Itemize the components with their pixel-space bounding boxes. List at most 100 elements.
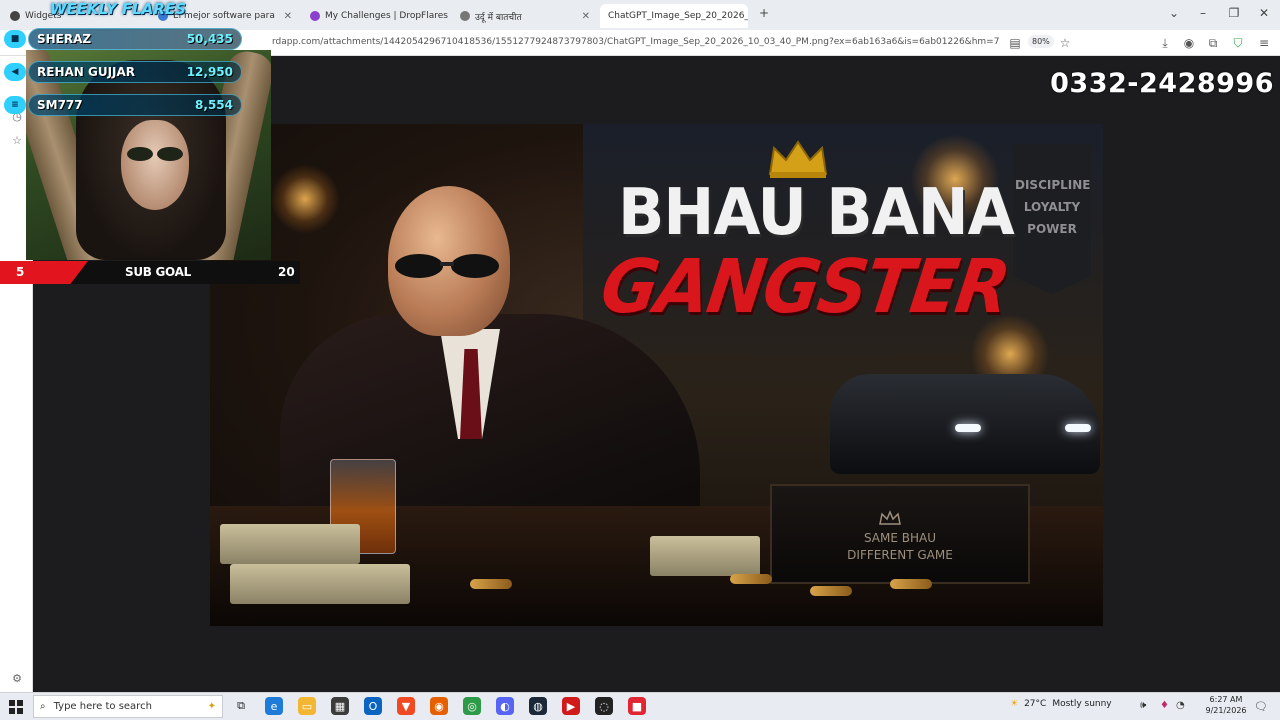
media-player-icon[interactable]: ▶ [562,697,580,715]
leaderboard-name: SM777 [37,98,83,112]
briefcase-text: SAME BHAU DIFFERENT GAME [810,530,990,564]
widget-icon [10,11,20,21]
weekly-flares-title: WEEKLY FLARES [50,0,186,18]
bullet [730,574,772,584]
tab-label: उर्दू में बातचीत [475,12,522,23]
bookmark-star-icon[interactable]: ☆ [1057,36,1073,50]
obs-icon[interactable]: ◌ [595,697,613,715]
cash-stack [230,564,410,604]
close-icon[interactable]: ✕ [576,11,590,22]
leaderboard-name: REHAN GUJJAR [37,65,136,79]
file-explorer-icon[interactable]: ▭ [298,697,316,715]
briefcase-line: DIFFERENT GAME [847,548,953,562]
app-icon[interactable]: ■ [628,697,646,715]
weather-widget[interactable]: ☀ 27°C Mostly sunny [1010,699,1112,709]
cash-stack [220,524,360,564]
chat-icon [460,11,470,21]
briefcase-line: SAME BHAU [863,531,937,545]
discord-icon[interactable]: ◐ [496,697,514,715]
rank-badge-icon: ≡ [4,96,26,114]
windows-start-icon[interactable] [9,699,23,714]
settings-gear-icon[interactable]: ⚙ [9,672,25,685]
rank-badge-icon: ■ [4,30,26,48]
clock-time: 6:27 AM [1209,695,1243,704]
poster-title-line1: BHAU BANA [618,176,1015,250]
chandelier-glow [270,164,340,234]
leaderboard-row: REHAN GUJJAR 12,950 [28,61,242,83]
sunglasses-icon [127,147,183,161]
favorites-star-icon[interactable]: ☆ [9,134,25,147]
cash-stack [650,536,760,576]
profile-icon[interactable]: ◉ [1181,36,1197,50]
tab-label: El mejor software para [173,11,275,21]
car-headlight [955,424,981,432]
leaderboard-row: SM777 8,554 [28,94,242,116]
search-icon: ⌕ [40,701,46,712]
bullet [810,586,852,596]
banner-line: POWER [1027,222,1077,236]
brave-icon[interactable]: ▼ [397,697,415,715]
minimize-button[interactable]: – [1193,6,1213,20]
close-window-button[interactable]: ✕ [1254,6,1274,20]
tab-label: ChatGPT_Image_Sep_20_2026_10_03 [608,11,748,21]
sub-goal-target: 20 [278,265,295,279]
edge-icon[interactable]: e [265,697,283,715]
sub-goal-progress [0,261,88,284]
weather-desc: Mostly sunny [1052,699,1112,709]
tab-urdu-chat[interactable]: उर्दू में बातचीत ✕ [452,4,598,28]
sub-goal-label: SUB GOAL [125,265,191,279]
leaderboard-value: 8,554 [195,98,233,112]
poster-image: DISCIPLINE LOYALTY POWER SAME BHAU DIFFE… [210,124,1103,626]
leaderboard-name: SHERAZ [37,32,92,46]
crown-icon [879,510,901,525]
weather-temp: 27°C [1024,699,1047,709]
notification-icon[interactable]: 🗨 [1254,700,1268,713]
tab-list-chevron-icon[interactable]: ⌄ [1164,6,1184,20]
poster-title-line2: GANGSTER [595,244,1014,330]
tab-dropflares[interactable]: My Challenges | DropFlares ✕ [302,4,450,28]
close-icon[interactable]: ✕ [448,11,450,22]
firefox-icon[interactable]: ◉ [430,697,448,715]
sunglasses-icon [395,254,499,278]
tray-app-icon[interactable]: ♦ [1160,700,1169,711]
bullet [470,579,512,589]
crown-icon [768,140,828,178]
chrome-icon[interactable]: ◎ [463,697,481,715]
banner-text: DISCIPLINE LOYALTY POWER [1015,174,1091,240]
network-icon[interactable]: ◔ [1176,700,1185,711]
sparkle-icon: ✦ [207,701,216,712]
banner-line: LOYALTY [1023,200,1081,214]
bullet [890,579,932,589]
leaderboard-value: 12,950 [186,65,233,79]
restore-button[interactable]: ❐ [1224,6,1244,20]
zoom-level[interactable]: 80% [1028,35,1054,48]
banner-line: DISCIPLINE [1015,178,1091,192]
task-view-icon[interactable]: ⧉ [232,697,250,715]
sub-goal-current: 5 [16,265,25,279]
url-field[interactable]: rdapp.com/attachments/144205429671041853… [272,37,1000,47]
leaderboard-value: 50,435 [186,32,233,46]
tab-chatgpt-image[interactable]: ChatGPT_Image_Sep_20_2026_10_03 ✕ [600,4,748,28]
close-icon[interactable]: ✕ [278,11,292,22]
search-placeholder: Type here to search [53,701,152,712]
steam-icon[interactable]: ◍ [529,697,547,715]
store-icon[interactable]: ▦ [331,697,349,715]
clock[interactable]: 6:27 AM 9/21/2026 [1196,694,1256,716]
leaderboard-row: SHERAZ 50,435 [28,28,242,50]
sub-goal-bar: 5 SUB GOAL 20 [0,261,300,284]
taskbar-search[interactable]: ⌕ Type here to search ✦ [33,695,223,718]
shield-icon[interactable]: ⛉ [1230,36,1246,51]
extensions-icon[interactable]: ⧉ [1205,36,1221,51]
outlook-icon[interactable]: O [364,697,382,715]
dropflares-icon [310,11,320,21]
sun-icon: ☀ [1010,699,1019,709]
phone-number: 0332-2428996 [1050,68,1274,99]
new-tab-button[interactable]: + [754,6,774,20]
reader-mode-icon[interactable]: ▤ [1007,36,1023,50]
volume-icon[interactable]: 🕪 [1140,700,1146,711]
menu-icon[interactable]: ≡ [1256,36,1272,50]
streamer-face [121,120,189,210]
rank-badge-icon: ◀ [4,63,26,81]
download-icon[interactable]: ⤓ [1157,36,1173,51]
car-headlight [1065,424,1091,432]
